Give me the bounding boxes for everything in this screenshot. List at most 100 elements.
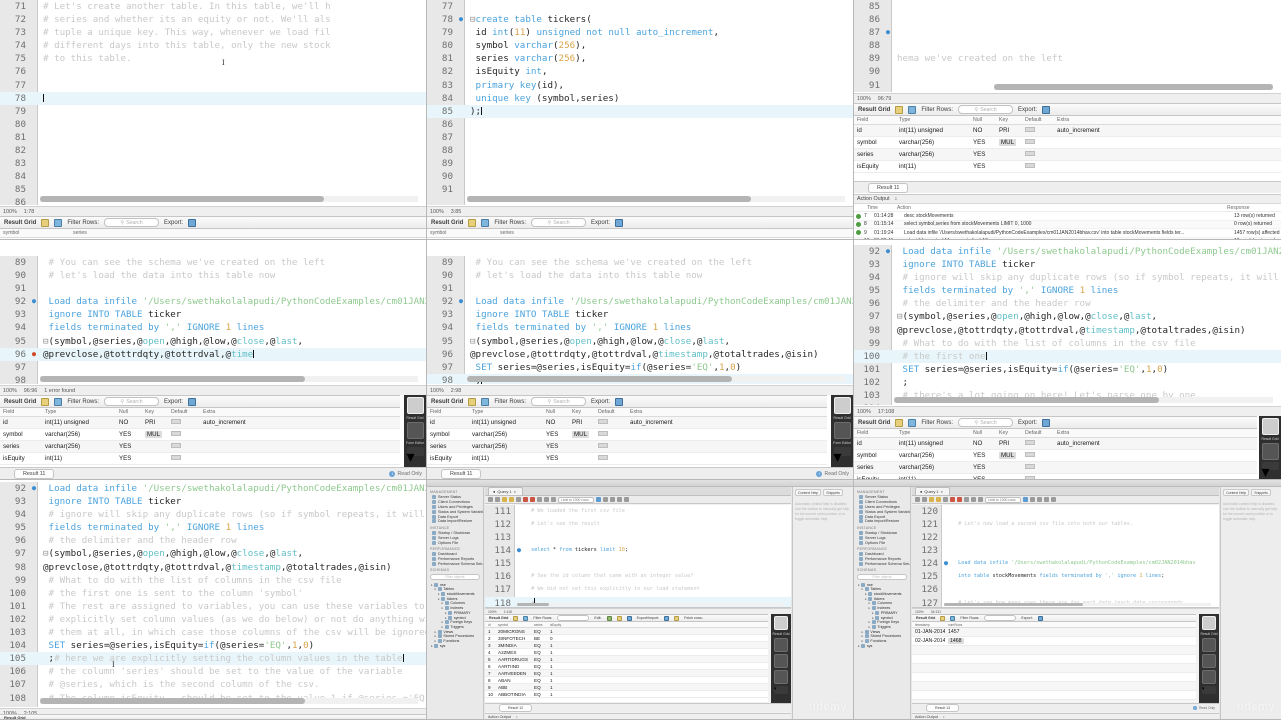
cell-symbol[interactable]: ABAN — [495, 678, 531, 683]
table-row[interactable]: 10 ABBOTINDIA EQ 1 — [485, 691, 768, 698]
result-tab-bar-bm[interactable]: Result 12 — [485, 703, 791, 712]
column-header-default[interactable]: Default — [595, 409, 627, 415]
sql-editor-ml[interactable]: 89 # You can see the schema we've create… — [0, 256, 426, 384]
cell-field[interactable]: id — [854, 127, 896, 134]
cell-id[interactable]: 7 — [485, 671, 495, 676]
editor-hscrollbar[interactable] — [994, 84, 1273, 90]
grid-view-icon[interactable] — [41, 218, 50, 227]
column-header-null[interactable]: Null — [543, 409, 569, 415]
code-line[interactable]: 74 # different days into this table, only… — [0, 39, 426, 52]
cell-default[interactable] — [168, 431, 200, 438]
schema-tree-item-sys[interactable]: ▸ sys — [429, 643, 481, 648]
cell-default[interactable] — [1022, 464, 1054, 471]
navigator-sidebar-bm[interactable]: MANAGEMENT Server Status Client Connection… — [427, 487, 484, 719]
cell-type[interactable]: varchar(256) — [42, 443, 116, 450]
wrap-cell-icon[interactable] — [481, 397, 490, 406]
expand-chevron-icon[interactable]: ▸ — [435, 630, 437, 634]
column-header-extra[interactable]: Extra — [200, 409, 320, 415]
context-help-tabs[interactable]: Context Help Snippets — [1223, 489, 1279, 496]
form-editor-palette-button[interactable] — [774, 638, 788, 652]
rollback-icon[interactable] — [971, 497, 976, 502]
palette-scroll-down-button[interactable]: ▾ — [1202, 686, 1216, 694]
code-line[interactable]: 104 SET series=@series,isEquity=if(@seri… — [0, 639, 426, 652]
cell-default[interactable] — [168, 419, 200, 426]
navigator-item-performance-schema-setup[interactable]: Performance Schema Setup — [856, 561, 910, 567]
column-header-symbol[interactable]: symbol — [495, 623, 531, 627]
table-row[interactable]: 8 ABAN EQ 1 — [485, 677, 768, 684]
cell-key[interactable]: MUL — [996, 139, 1022, 146]
query-toolbar-br[interactable]: Limit to 1000 rows — [912, 496, 1219, 504]
action-output-row[interactable]: 8 01:15:14 select symbol,series from stock… — [854, 220, 1281, 230]
table-row[interactable]: 2 3IINFOTECH BE 0 — [485, 635, 768, 642]
export-recordset-icon[interactable] — [664, 615, 670, 621]
cell-series[interactable]: EQ — [531, 685, 547, 690]
column-header-type[interactable]: Type — [42, 409, 116, 415]
filter-rows-input[interactable]: ⚲ Search — [531, 397, 587, 406]
palette-scroll-down-button[interactable]: ▾ — [833, 447, 851, 466]
code-line[interactable]: 91 — [427, 183, 853, 196]
cell-symbol[interactable]: ABB — [495, 685, 531, 690]
column-header-extra[interactable]: Extra — [1054, 430, 1174, 436]
result-side-palette-bm[interactable]: Result Grid ▾ — [771, 614, 791, 704]
code-line[interactable]: 95 ⊟(symbol,@series,@open,@high,@low,@clo… — [0, 335, 426, 348]
execute-current-icon[interactable] — [936, 497, 941, 502]
sql-editor-br[interactable]: 120 121 # Let's now load a second csv fil… — [912, 505, 1219, 608]
column-header-numrows[interactable]: numRows — [945, 623, 975, 627]
cell-key[interactable]: MUL — [996, 452, 1022, 459]
table-row[interactable]: 02-JAN-2014 1468 — [912, 637, 1196, 646]
find-icon[interactable] — [610, 497, 615, 502]
action-output-list-tr[interactable]: TimeActionResponseDuration / Fetch Time7… — [854, 204, 1281, 239]
cell-key[interactable]: PRI — [996, 127, 1022, 134]
code-line[interactable]: 107 # @series, which is the second colum… — [0, 678, 426, 691]
sql-editor-bm[interactable]: 111 # We loaded the first csv file 112 # … — [485, 505, 791, 608]
field-types-palette-button[interactable] — [774, 654, 788, 668]
table-row[interactable]: id int(11) unsigned NO PRI auto_increment — [854, 125, 1281, 137]
cell-field[interactable]: isEquity — [854, 163, 896, 170]
selected-cell[interactable]: MUL — [999, 139, 1017, 146]
query-tab-bar[interactable]: ● Query 1 × — [912, 487, 1219, 496]
code-line[interactable]: 89 hema we've created on the left — [854, 52, 1281, 65]
insert-row-icon[interactable] — [616, 615, 622, 621]
cell-field[interactable]: isEquity — [0, 455, 42, 462]
code-line[interactable]: 73 # tuple a unique key. This way, whenev… — [0, 26, 426, 39]
result-grid-toolbar-mm[interactable]: Result Grid Filter Rows: ⚲ Search Export… — [427, 395, 827, 408]
invisible-chars-icon[interactable] — [617, 497, 622, 502]
schema-tree-item-sys[interactable]: ▸ sys — [856, 643, 908, 648]
code-line[interactable]: 85 — [0, 183, 426, 196]
column-header-key[interactable]: Key — [996, 117, 1022, 123]
code-line[interactable]: 85 — [854, 0, 1281, 13]
code-line[interactable]: 93 ignore INTO TABLE ticker — [0, 495, 426, 508]
table-row[interactable]: 9 ABB EQ 1 — [485, 684, 768, 691]
explain-icon[interactable] — [943, 497, 948, 502]
open-sql-icon[interactable] — [488, 497, 493, 502]
cell-id[interactable]: 9 — [485, 685, 495, 690]
result-grid-palette-button[interactable] — [774, 616, 788, 630]
code-line[interactable]: 100 # the first one is sent to the colum… — [0, 587, 426, 600]
expand-chevron-icon[interactable]: ▸ — [862, 639, 864, 643]
code-line[interactable]: 87 ● — [854, 26, 1281, 39]
filter-rows-input[interactable]: ⚲ Search — [104, 218, 160, 227]
code-line[interactable]: 94 # ignore will skip any duplicate rows… — [0, 508, 426, 521]
code-line[interactable]: 81 — [0, 131, 426, 144]
wrap-lines-icon[interactable] — [624, 497, 629, 502]
cell-id[interactable]: 2 — [485, 636, 495, 641]
cell-null[interactable]: YES — [116, 455, 142, 462]
cell-id[interactable]: 10 — [485, 692, 495, 697]
wrap-cell-icon[interactable] — [523, 615, 529, 621]
open-sql-icon[interactable] — [915, 497, 920, 502]
cell-field[interactable]: symbol — [854, 139, 896, 146]
code-line[interactable]: 99 # What to do with the list of columns… — [0, 574, 426, 587]
palette-scroll-down-button[interactable]: ▾ — [406, 447, 424, 466]
code-line[interactable]: 79 id int(11) unsigned not null auto_inc… — [427, 26, 853, 39]
code-line[interactable]: 121 # Let's now load a second csv file i… — [912, 518, 1219, 531]
find-icon[interactable] — [1037, 497, 1042, 502]
expand-chevron-icon[interactable]: ▸ — [442, 625, 444, 629]
query-tab-bar[interactable]: ● Query 1 × — [485, 487, 791, 496]
cell-timestamp[interactable]: 01-JAN-2014 — [912, 629, 945, 635]
code-line[interactable]: 97 SET series=@series,isEquity=if(@serie… — [427, 361, 853, 374]
code-line[interactable]: 90 # let's load the data into this table… — [0, 269, 426, 282]
code-line[interactable]: 82 isEquity int, — [427, 65, 853, 78]
filter-rows-input[interactable]: ⚲ Search — [958, 418, 1014, 427]
expand-chevron-icon[interactable]: ▸ — [858, 583, 860, 587]
code-line[interactable]: 96 # the delimiter and the header row — [0, 534, 426, 547]
